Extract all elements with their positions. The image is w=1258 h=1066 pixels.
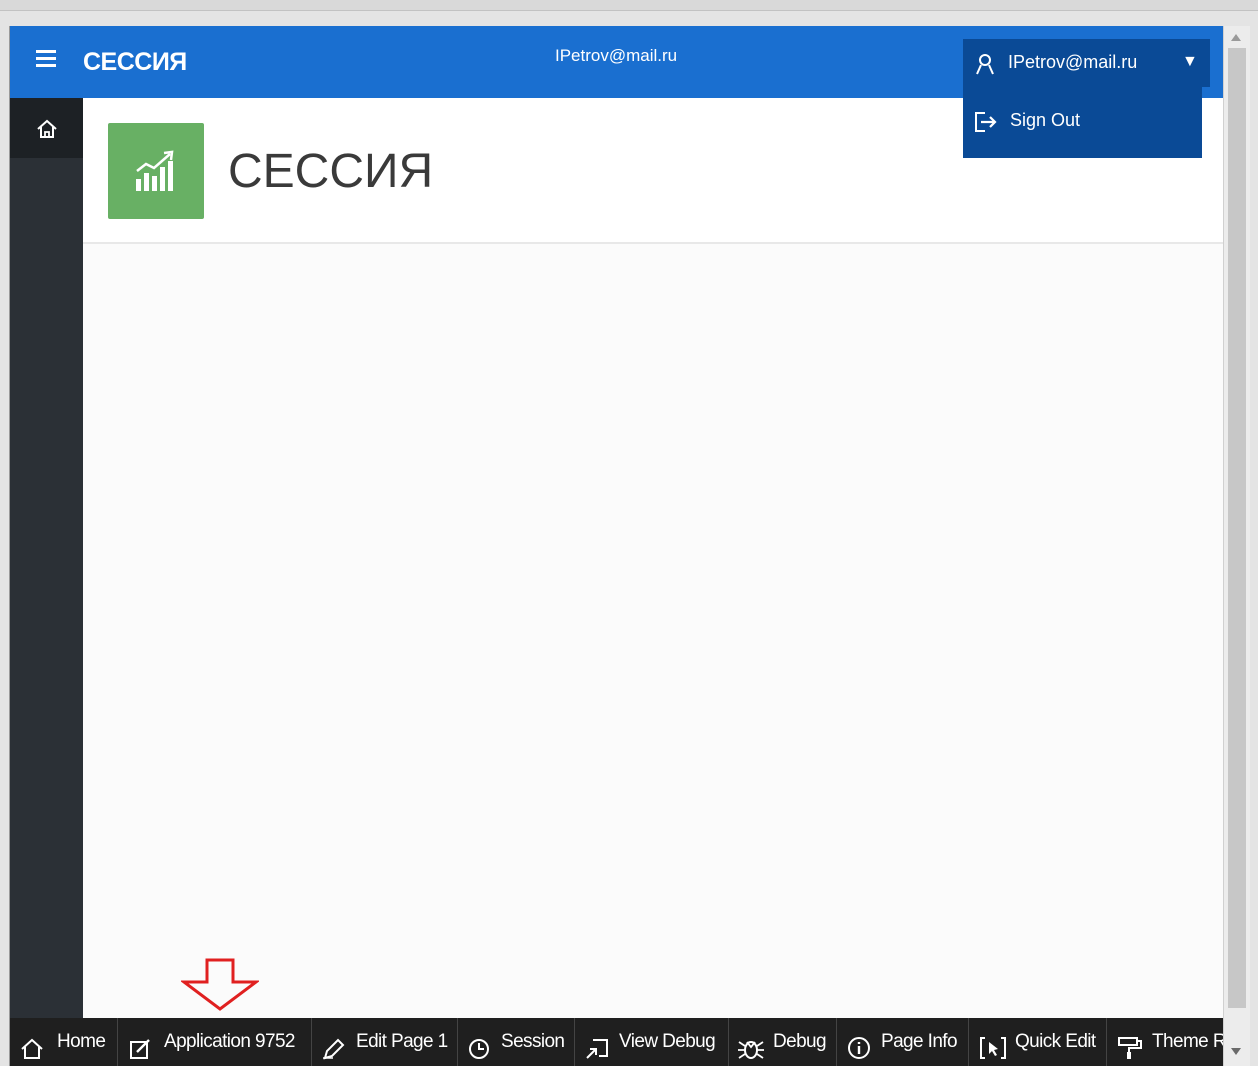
arrow-down-annotation-icon [181, 958, 259, 1011]
hamburger-menu-icon[interactable] [36, 50, 56, 72]
paint-roller-icon [1117, 1031, 1143, 1066]
sign-out-icon [973, 111, 999, 138]
devbar-page-info-label: Page Info [881, 1031, 958, 1052]
sign-out-menu-item[interactable]: Sign Out [973, 107, 1183, 137]
vertical-scrollbar[interactable] [1223, 26, 1250, 1066]
sidebar [10, 98, 83, 1018]
app-title: СЕССИЯ [83, 48, 187, 76]
chevron-down-icon: ▼ [1182, 53, 1198, 70]
edit-app-icon [129, 1031, 153, 1066]
user-icon [975, 53, 995, 80]
devbar-session-label: Session [501, 1031, 565, 1052]
scroll-thumb[interactable] [1228, 48, 1246, 1008]
developer-toolbar: Home Application 9752 Edit Page 1 Sessio… [10, 1018, 1223, 1066]
devbar-debug-label: Debug [773, 1031, 827, 1052]
bug-icon [737, 1031, 765, 1066]
user-menu-label: IPetrov@mail.ru [1008, 52, 1138, 72]
sign-out-label: Sign Out [1010, 110, 1081, 130]
scroll-up-arrow-icon[interactable] [1231, 34, 1241, 41]
devbar-quick-edit-label: Quick Edit [1015, 1031, 1096, 1052]
devbar-view-debug[interactable]: View Debug [575, 1018, 729, 1066]
app-logo-tile [108, 123, 204, 219]
home-icon [37, 119, 57, 138]
devbar-theme-roller-label: Theme R [1152, 1031, 1223, 1052]
devbar-home-label: Home [57, 1031, 106, 1052]
devbar-session[interactable]: Session [458, 1018, 575, 1066]
devbar-edit-page[interactable]: Edit Page 1 [312, 1018, 458, 1066]
devbar-view-debug-label: View Debug [619, 1031, 716, 1052]
clock-icon [468, 1031, 490, 1066]
page-title: СЕССИЯ [228, 145, 434, 198]
devbar-quick-edit[interactable]: Quick Edit [969, 1018, 1107, 1066]
devbar-application-label: Application 9752 [164, 1031, 296, 1052]
pencil-icon [321, 1031, 345, 1066]
quick-edit-icon [979, 1031, 1007, 1066]
chart-growth-icon [136, 150, 174, 191]
view-debug-icon [585, 1031, 611, 1066]
devbar-home[interactable]: Home [10, 1018, 118, 1066]
browser-top-strip [0, 0, 1258, 11]
user-menu-button[interactable]: IPetrov@mail.ru ▼ [963, 39, 1210, 87]
user-dropdown: Sign Out [963, 87, 1202, 158]
home-icon [20, 1031, 44, 1066]
devbar-debug[interactable]: Debug [729, 1018, 837, 1066]
header-username: IPetrov@mail.ru [555, 46, 678, 65]
devbar-theme-roller[interactable]: Theme R [1107, 1018, 1223, 1066]
scroll-down-arrow-icon[interactable] [1231, 1048, 1241, 1055]
info-icon [847, 1031, 871, 1066]
devbar-application[interactable]: Application 9752 [118, 1018, 312, 1066]
app-window: СЕССИЯ IPetrov@mail.ru IPetrov@mail.ru ▼… [9, 26, 1223, 1066]
sidebar-item-home[interactable] [10, 98, 83, 158]
devbar-edit-page-label: Edit Page 1 [356, 1031, 448, 1052]
devbar-page-info[interactable]: Page Info [837, 1018, 969, 1066]
